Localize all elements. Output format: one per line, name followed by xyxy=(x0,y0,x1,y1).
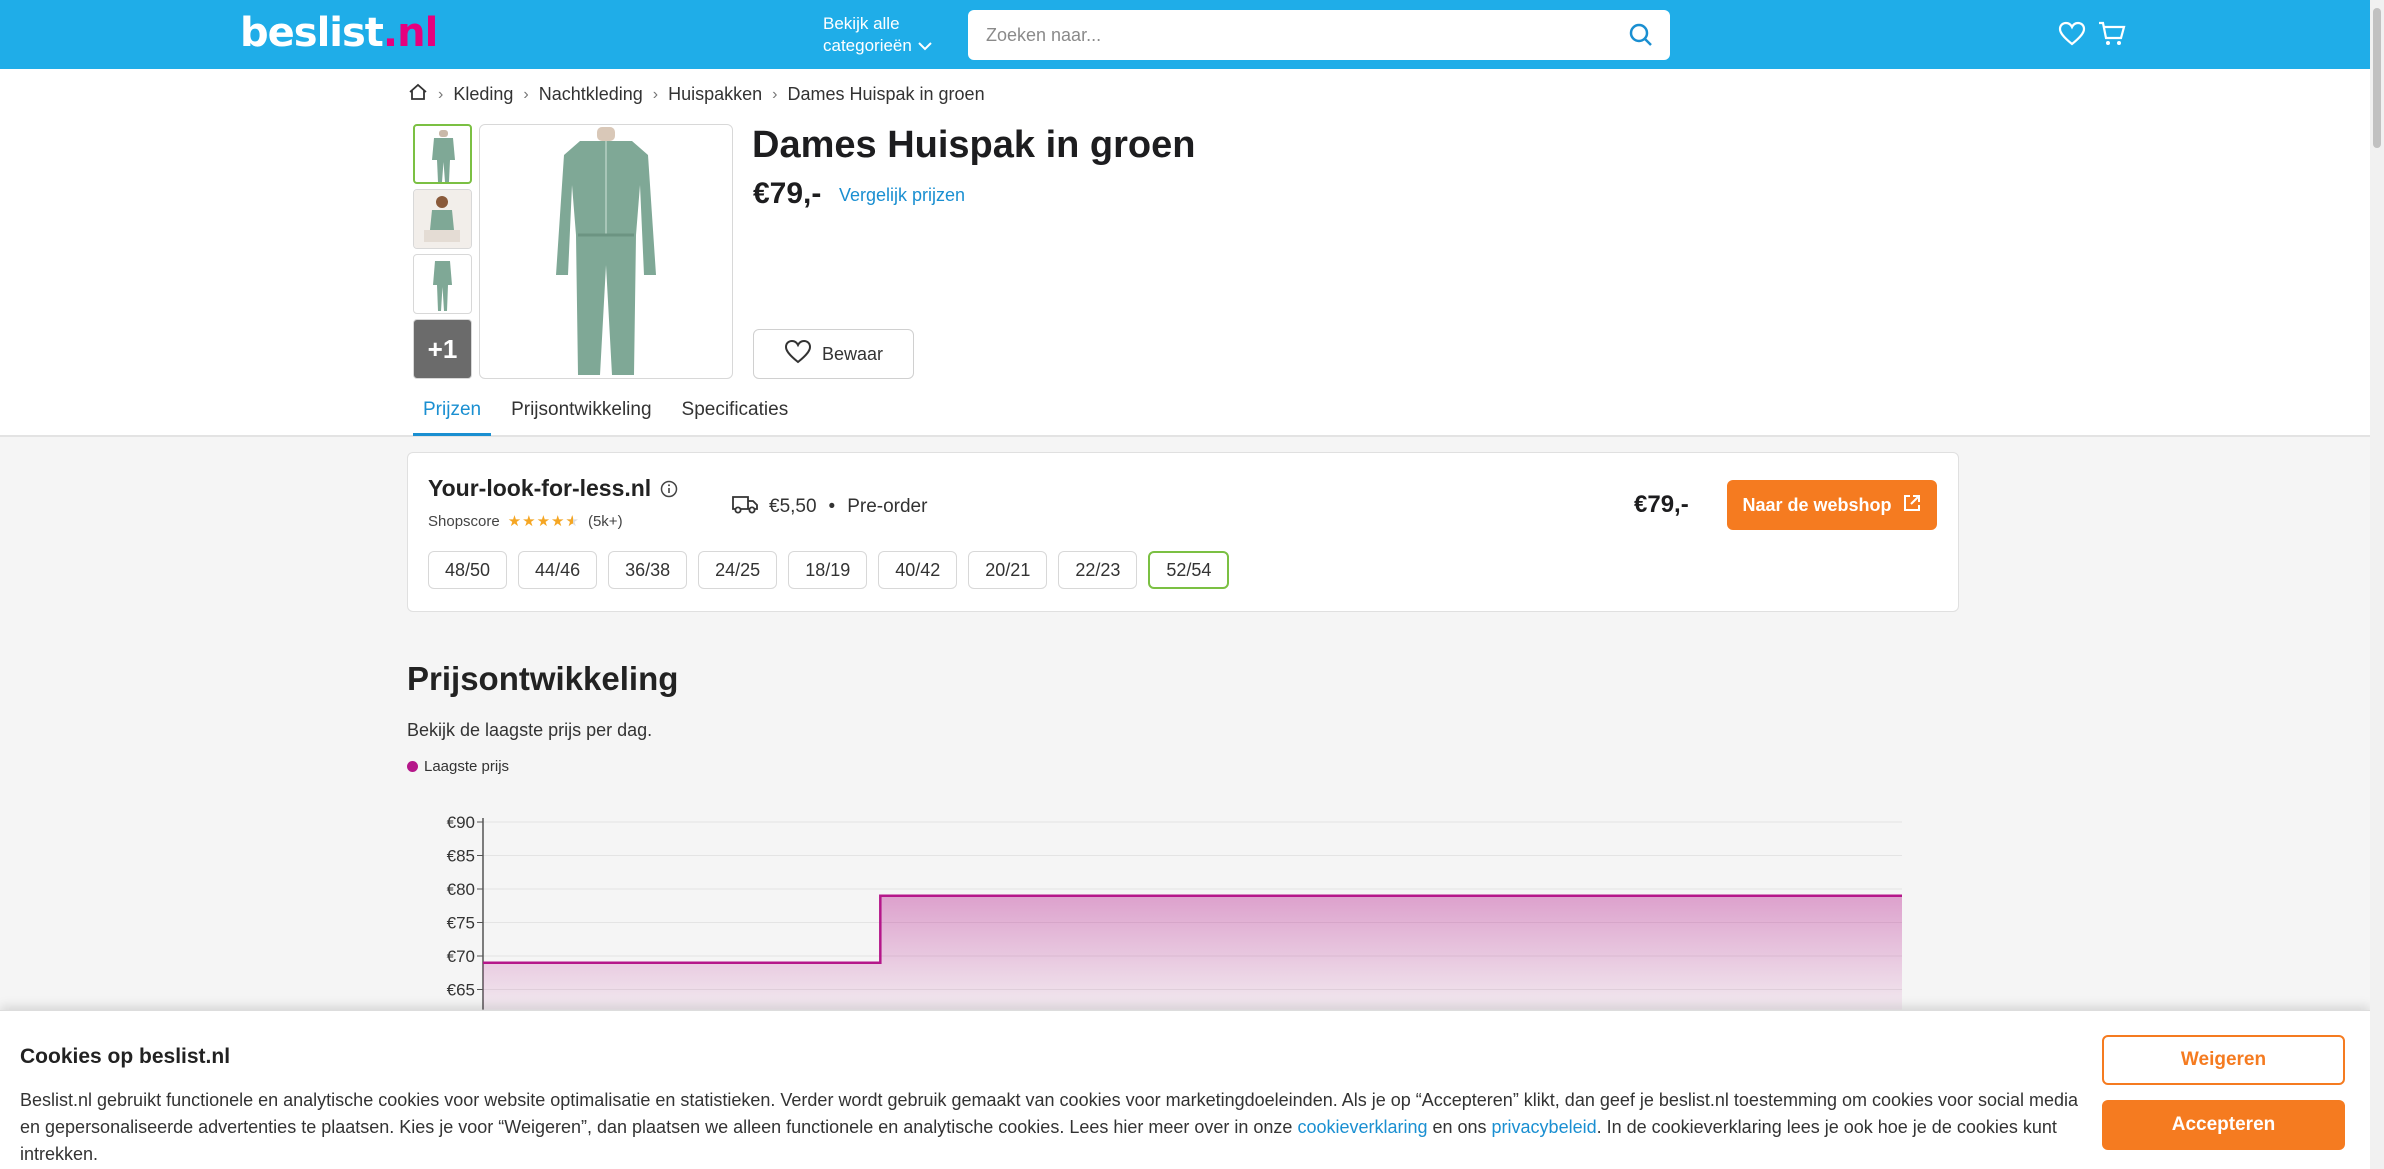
home-icon[interactable] xyxy=(408,83,428,106)
cookie-banner: Cookies op beslist.nl Beslist.nl gebruik… xyxy=(0,1010,2370,1169)
webshop-button-label: Naar de webshop xyxy=(1742,494,1892,515)
shopscore: Shopscore ★★★★★★ (5k+) xyxy=(428,512,623,531)
categories-button[interactable]: Bekijk alle categorieën xyxy=(823,13,932,57)
price-area-fill xyxy=(483,895,1902,1010)
tab-specificaties[interactable]: Specificaties xyxy=(672,389,799,436)
offer-price: €79,- xyxy=(1634,491,1689,518)
size-options: 48/50 44/46 36/38 24/25 18/19 40/42 20/2… xyxy=(428,551,1240,589)
thumbnail-2[interactable] xyxy=(413,189,472,249)
categories-line2: categorieën xyxy=(823,36,912,55)
legend-dot xyxy=(407,761,418,772)
external-link-icon xyxy=(1892,493,1922,518)
beslist-logo[interactable]: beslist.nl xyxy=(240,10,438,56)
thumbnail-3[interactable] xyxy=(413,254,472,314)
breadcrumb-item-kleding[interactable]: Kleding xyxy=(453,84,513,105)
chevron-right-icon: › xyxy=(652,85,659,103)
save-button-label: Bewaar xyxy=(821,343,884,364)
save-button[interactable]: Bewaar xyxy=(753,329,914,379)
info-icon[interactable] xyxy=(660,480,678,503)
heart-icon[interactable] xyxy=(2058,20,2086,53)
chart-legend: Laagste prijs xyxy=(407,758,509,775)
breadcrumb-item-current: Dames Huispak in groen xyxy=(787,84,985,104)
shipping-info: €5,50 • Pre-order xyxy=(731,493,927,521)
cookie-policy-link[interactable]: cookieverklaring xyxy=(1297,1117,1427,1137)
compare-prices-link[interactable]: Vergelijk prijzen xyxy=(839,185,965,206)
heart-icon xyxy=(784,339,822,370)
accept-cookies-button[interactable]: Accepteren xyxy=(2102,1100,2345,1150)
size-option[interactable]: 22/23 xyxy=(1058,551,1138,589)
shipping-cost: €5,50 xyxy=(769,496,817,517)
refuse-cookies-button[interactable]: Weigeren xyxy=(2102,1035,2345,1085)
cookie-text: Beslist.nl gebruikt functionele en analy… xyxy=(20,1087,2080,1168)
size-option[interactable]: 20/21 xyxy=(968,551,1048,589)
y-tick-label: €90 xyxy=(447,813,475,832)
review-count: (5k+) xyxy=(587,512,623,530)
privacy-policy-link[interactable]: privacybeleid xyxy=(1492,1117,1597,1137)
page-scrollbar[interactable] xyxy=(2370,0,2384,1169)
cart-icon[interactable] xyxy=(2097,20,2127,53)
size-option[interactable]: 40/42 xyxy=(878,551,958,589)
legend-label: Laagste prijs xyxy=(424,758,510,775)
more-images-thumbnail[interactable]: +1 xyxy=(413,319,472,379)
scrollbar-thumb[interactable] xyxy=(2373,8,2381,148)
y-tick-label: €85 xyxy=(447,847,475,866)
cookie-text-part2: en ons xyxy=(1427,1117,1492,1137)
tab-prijzen[interactable]: Prijzen xyxy=(413,389,492,436)
size-option[interactable]: 24/25 xyxy=(698,551,778,589)
tab-prijsontwikkeling[interactable]: Prijsontwikkeling xyxy=(501,389,661,436)
offer-card: Your-look-for-less.nl Shopscore ★★★★★★ (… xyxy=(407,452,1959,612)
logo-tld: nl xyxy=(397,10,438,56)
price-history-chart: €90 €85 €80 €75 €70 €65 xyxy=(447,813,1902,1010)
y-tick-label: €70 xyxy=(447,947,475,966)
size-option[interactable]: 48/50 xyxy=(428,551,508,589)
product-tabs: Prijzen Prijsontwikkeling Specificaties xyxy=(413,389,808,436)
price-history-subtitle: Bekijk de laagste prijs per dag. xyxy=(407,720,653,740)
product-section: › Kleding › Nachtkleding › Huispakken › … xyxy=(0,69,2370,437)
logo-main: beslist xyxy=(240,10,384,56)
thumbnail-list: +1 xyxy=(413,124,472,384)
product-main-image[interactable] xyxy=(479,124,733,379)
product-title: Dames Huispak in groen xyxy=(752,124,1196,166)
size-option-selected[interactable]: 52/54 xyxy=(1148,551,1230,589)
size-option[interactable]: 36/38 xyxy=(608,551,688,589)
chevron-right-icon: › xyxy=(772,85,778,103)
chevron-right-icon: › xyxy=(438,85,444,103)
product-price: €79,- xyxy=(753,177,822,210)
logo-dot: . xyxy=(382,10,398,56)
y-tick-label: €75 xyxy=(447,914,475,933)
y-tick-label: €80 xyxy=(447,880,475,899)
y-tick-label: €65 xyxy=(447,981,475,1000)
size-option[interactable]: 18/19 xyxy=(788,551,868,589)
price-history-title: Prijsontwikkeling xyxy=(407,660,679,697)
shopscore-label: Shopscore xyxy=(428,512,500,530)
search-icon[interactable] xyxy=(1628,22,1654,53)
go-to-webshop-button[interactable]: Naar de webshop xyxy=(1727,480,1937,530)
breadcrumb: › Kleding › Nachtkleding › Huispakken › … xyxy=(408,83,985,106)
search-bar xyxy=(968,10,1670,60)
thumbnail-1[interactable] xyxy=(413,124,472,184)
size-option[interactable]: 44/46 xyxy=(518,551,598,589)
breadcrumb-item-huispakken[interactable]: Huispakken xyxy=(668,84,762,105)
search-input[interactable] xyxy=(986,10,1586,60)
cookie-title: Cookies op beslist.nl xyxy=(20,1045,231,1068)
top-header: beslist.nl Bekijk alle categorieën xyxy=(0,0,2370,69)
truck-icon xyxy=(731,493,759,521)
breadcrumb-item-nachtkleding[interactable]: Nachtkleding xyxy=(539,84,643,105)
chevron-right-icon: › xyxy=(523,85,529,103)
shop-name[interactable]: Your-look-for-less.nl xyxy=(428,475,651,502)
star-rating-icon: ★★★★★★ xyxy=(507,513,580,530)
separator-bullet: • xyxy=(828,496,836,517)
availability: Pre-order xyxy=(847,496,928,517)
categories-line1: Bekijk alle xyxy=(823,14,900,33)
chevron-down-icon xyxy=(918,35,932,57)
